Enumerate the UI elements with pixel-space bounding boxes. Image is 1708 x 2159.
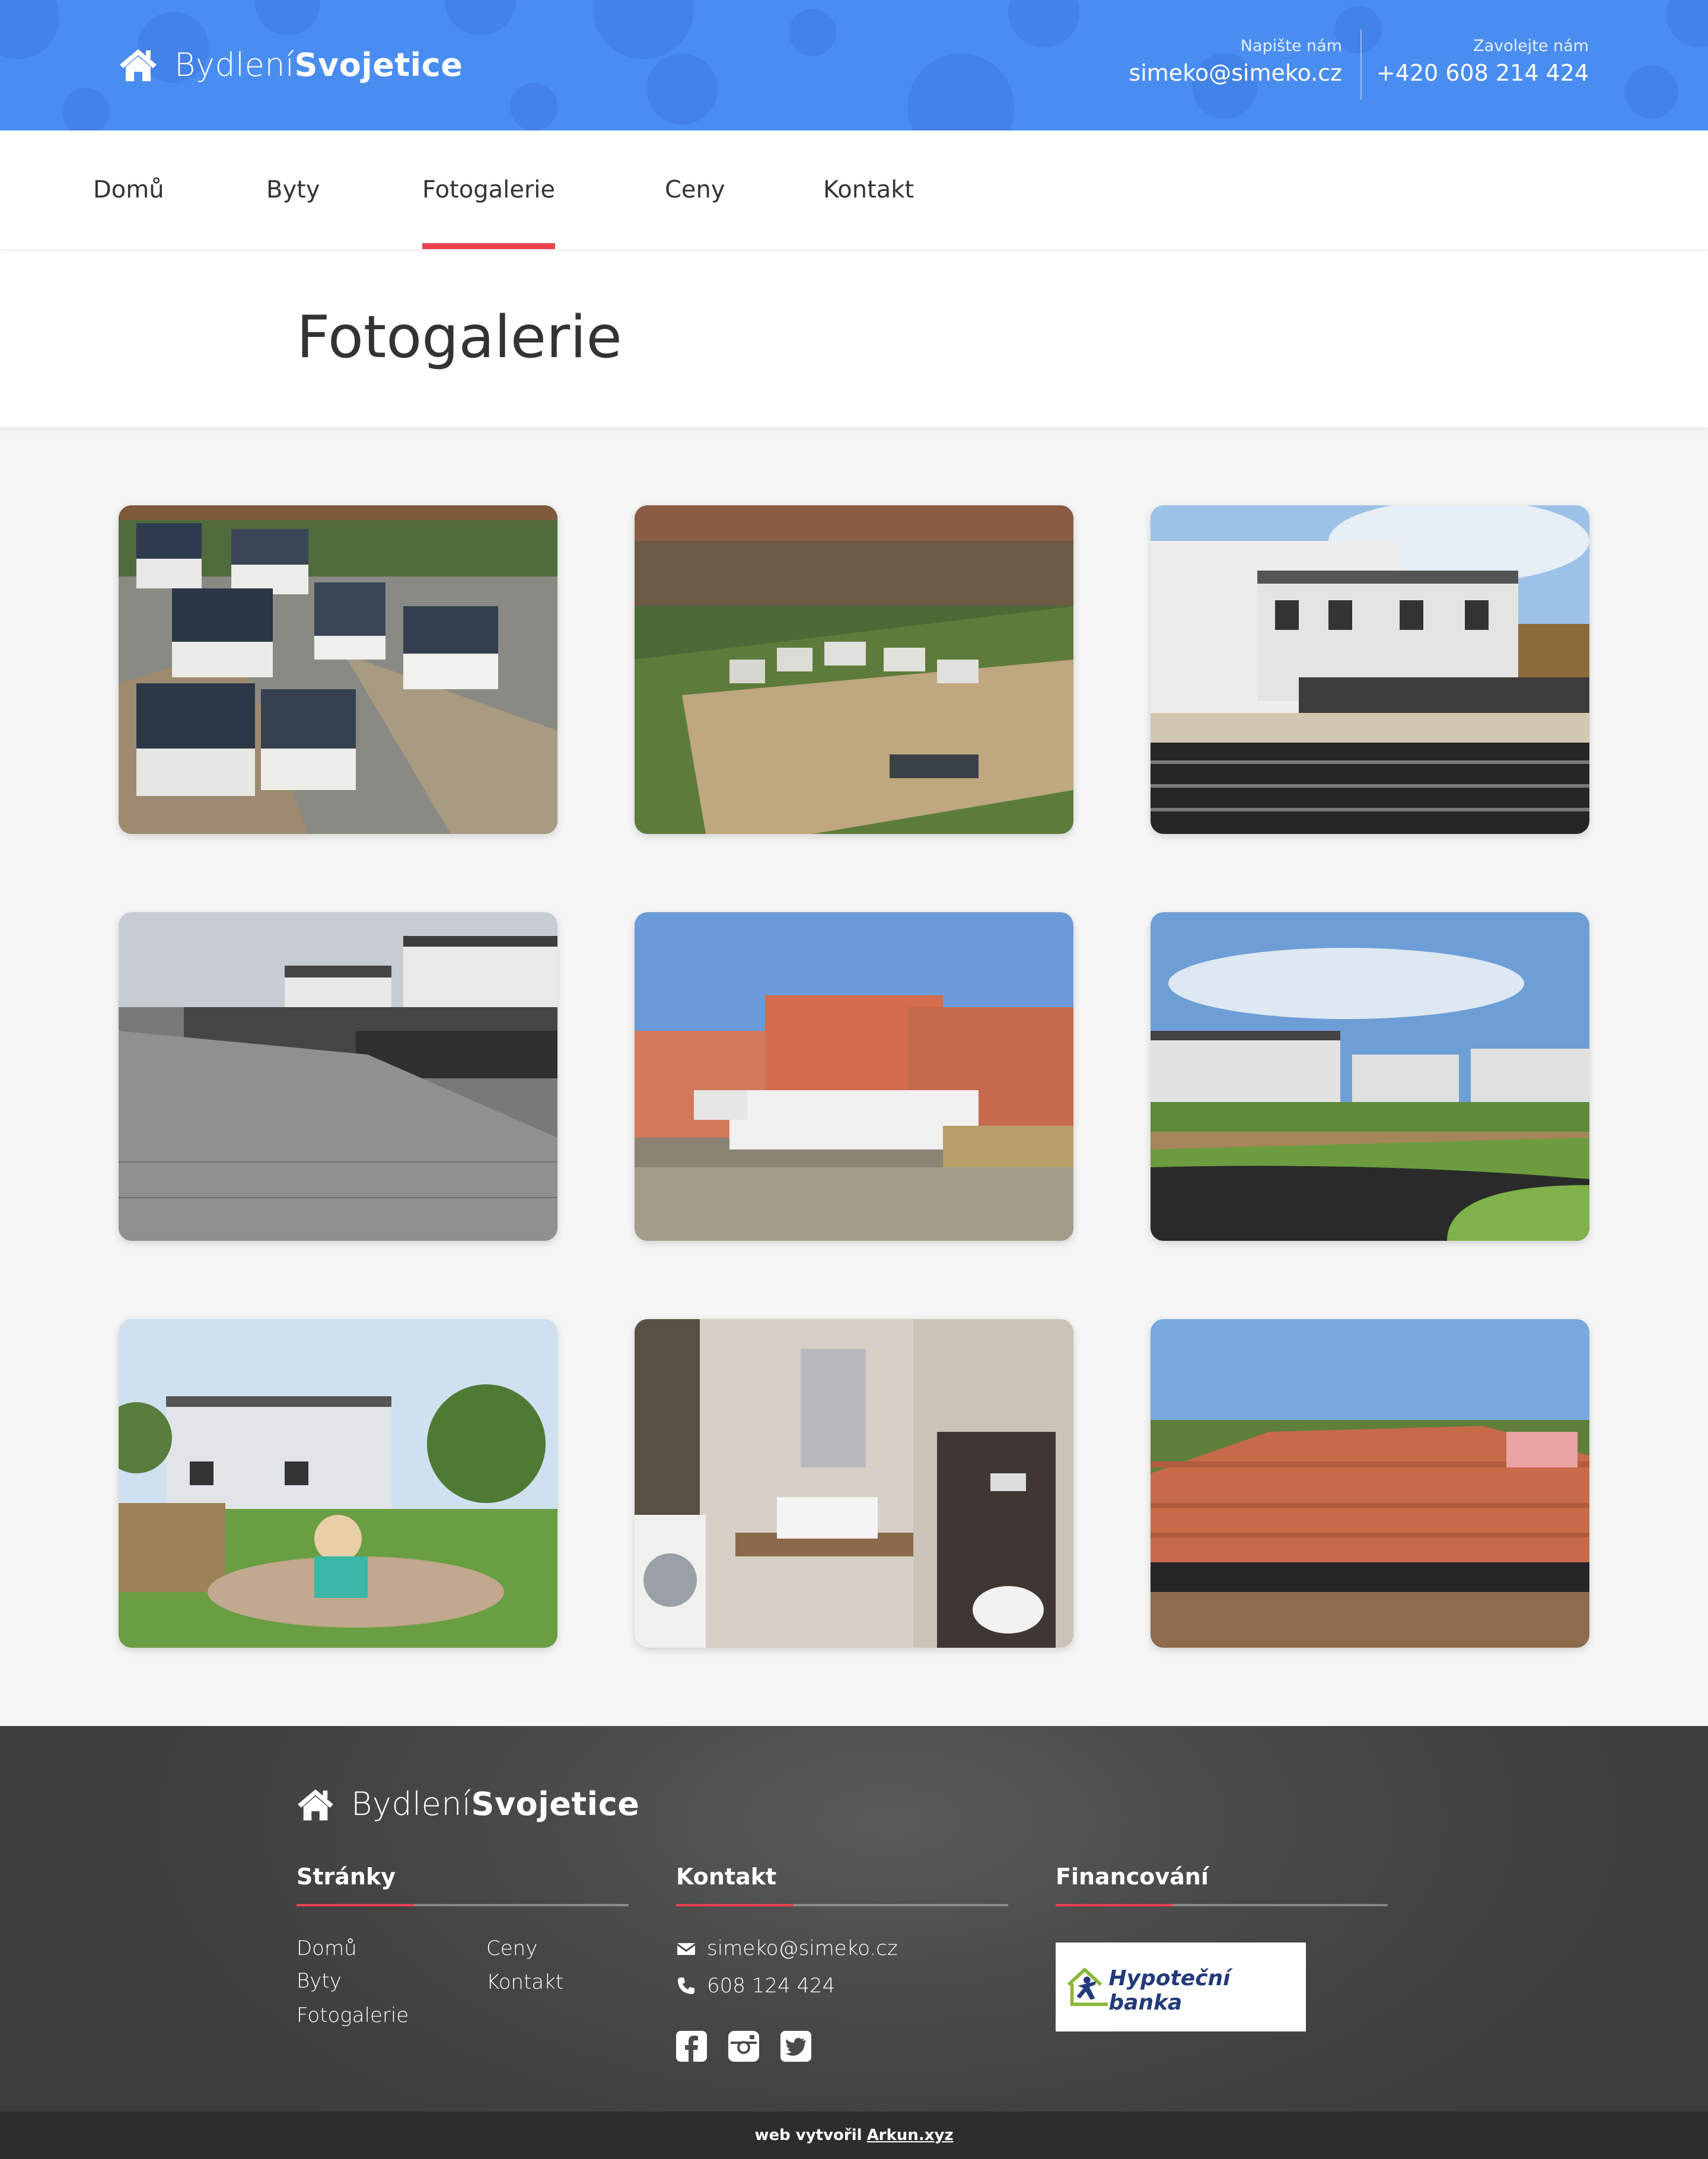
credits-text: web vytvořil (754, 2126, 862, 2144)
header-phone-label: Zavolejte nám (1473, 37, 1589, 55)
footer-contact-divider (676, 1904, 1008, 1906)
bank-name: Hypoteční banka (1108, 1966, 1231, 2015)
gallery-photo-3[interactable] (1151, 505, 1589, 834)
site-logo[interactable]: BydleníSvojetice (119, 45, 463, 84)
nav-item-kontakt[interactable]: Kontakt (823, 130, 914, 249)
gallery-photo-4[interactable] (119, 912, 557, 1241)
header-email-value[interactable]: simeko@simeko.cz (1129, 60, 1342, 86)
gallery-photo-8[interactable] (635, 1319, 1073, 1648)
site-footer: BydleníSvojetice Stránky Domů Byty Fotog… (0, 1726, 1708, 2112)
footer-pages-divider (297, 1904, 629, 1906)
credits-bar: web vytvořil Arkun.xyz (0, 2112, 1708, 2159)
nav-item-domu[interactable]: Domů (93, 130, 164, 249)
footer-phone-text: 608 124 424 (707, 1974, 836, 1998)
footer-link-byty[interactable]: Byty (297, 1969, 342, 1993)
nav-item-ceny[interactable]: Ceny (665, 130, 725, 249)
header-email-label: Napište nám (1240, 37, 1342, 55)
gallery-photo-5[interactable] (635, 912, 1073, 1241)
header-divider (1360, 30, 1362, 100)
footer-email-text: simeko@simeko.cz (707, 1937, 898, 1960)
home-icon (298, 1789, 333, 1820)
phone-icon (678, 1978, 694, 1994)
envelope-icon (677, 1943, 696, 1955)
instagram-icon[interactable] (728, 2031, 759, 2062)
footer-financing-title: Financování (1056, 1864, 1209, 1890)
main-nav: Domů Byty Fotogalerie Ceny Kontakt (0, 130, 1708, 249)
header-phone[interactable]: Zavolejte nám +420 608 214 424 (1376, 37, 1589, 86)
credits-link[interactable]: Arkun.xyz (867, 2126, 954, 2144)
footer-link-domu[interactable]: Domů (297, 1937, 357, 1960)
gallery-photo-9[interactable] (1151, 1319, 1589, 1648)
footer-phone-link[interactable]: 608 124 424 (676, 1974, 835, 1998)
footer-link-fotogalerie[interactable]: Fotogalerie (297, 2004, 409, 2027)
footer-logo-text: BydleníSvojetice (351, 1785, 640, 1823)
nav-item-fotogalerie[interactable]: Fotogalerie (422, 130, 556, 249)
footer-link-ceny[interactable]: Ceny (486, 1937, 537, 1960)
twitter-icon[interactable] (780, 2031, 811, 2062)
header-phone-value[interactable]: +420 608 214 424 (1376, 60, 1589, 86)
footer-logo[interactable]: BydleníSvojetice (297, 1785, 639, 1823)
gallery-photo-2[interactable] (635, 505, 1073, 834)
footer-link-kontakt[interactable]: Kontakt (486, 1970, 563, 1994)
logo-text: BydleníSvojetice (174, 46, 463, 84)
nav-item-byty[interactable]: Byty (266, 130, 320, 249)
home-icon (120, 49, 157, 81)
facebook-icon[interactable] (676, 2031, 707, 2062)
gallery-photo-7[interactable] (119, 1319, 557, 1648)
footer-financing-divider (1056, 1904, 1388, 1906)
title-bar: Fotogalerie (0, 249, 1708, 427)
footer-pages-title: Stránky (297, 1864, 396, 1890)
hypotecni-banka-logo[interactable]: Hypoteční banka (1056, 1943, 1306, 2031)
page-title: Fotogalerie (297, 304, 622, 371)
gallery-photo-1[interactable] (119, 505, 557, 834)
gallery-photo-6[interactable] (1151, 912, 1589, 1241)
footer-email-link[interactable]: simeko@simeko.cz (676, 1937, 898, 1960)
header-email[interactable]: Napište nám simeko@simeko.cz (1129, 37, 1342, 86)
site-header: BydleníSvojetice Napište nám simeko@sime… (0, 0, 1708, 130)
footer-contact-title: Kontakt (676, 1864, 777, 1890)
